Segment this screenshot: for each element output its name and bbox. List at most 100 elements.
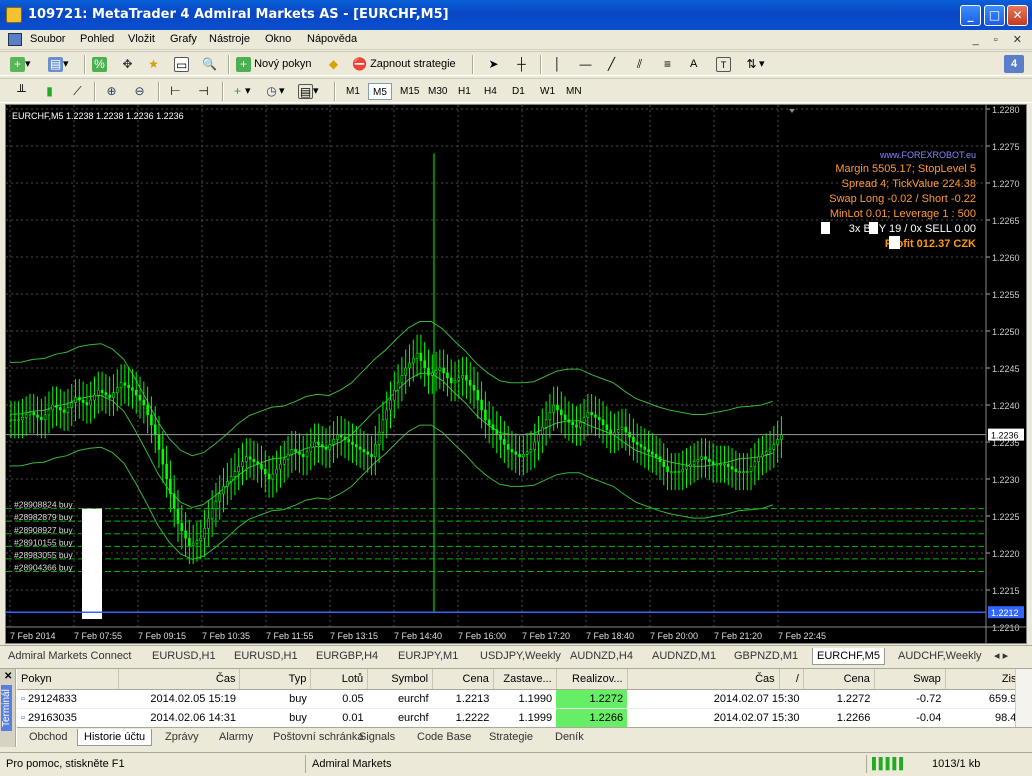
zoom-in-icon[interactable]: ⊕ [104,83,119,100]
tf-m5[interactable]: M5 [368,83,392,100]
menu-grafy[interactable]: Grafy [170,33,197,45]
column-header-10[interactable]: Cena [803,669,875,690]
tf-m1[interactable]: M1 [342,83,364,100]
text-tool-icon[interactable]: A [690,56,697,73]
table-cell: eurchf [367,708,433,728]
tester-icon[interactable]: 🔍 [202,56,217,73]
new-order-button[interactable]: + Nový pokyn [236,56,312,73]
column-header-9[interactable]: / [779,669,804,690]
candle [138,394,142,401]
candle-chart-icon[interactable]: ▮ [42,83,57,100]
menu-soubor[interactable]: Soubor [30,33,65,45]
column-header-5[interactable]: Cena [432,669,494,690]
new-chart-icon[interactable]: + ▾ [10,56,31,73]
arrows-icon[interactable]: ⇅ ▾ [744,56,764,73]
menu-vlozit[interactable]: Vložit [128,33,155,45]
tf-m30[interactable]: M30 [424,83,451,100]
tf-m15[interactable]: M15 [396,83,423,100]
profiles-icon[interactable]: ▤ ▾ [48,56,69,73]
title-bar[interactable]: 109721: MetaTrader 4 Admiral Markets AS … [0,0,1032,30]
column-header-11[interactable]: Swap [874,669,946,690]
bar-chart-icon[interactable]: ╨ [14,83,29,100]
equidistant-channel-icon[interactable]: ⫽ [632,56,647,73]
chart-tab-audnzd-m1[interactable]: AUDNZD,M1 [648,648,720,665]
autoscroll-icon[interactable]: ⊢ [168,83,183,100]
mdi-controls[interactable]: _ ▫ ✕ [973,33,1028,46]
terminal-tab-5[interactable]: Signals [353,729,401,746]
fibonacci-icon[interactable]: ≡ [660,56,675,73]
table-row[interactable]: ▫ 29163035 2014.02.06 14:31 buy 0.01 eurchf 1… [17,708,1027,728]
close-button[interactable]: ✕ [1007,5,1028,26]
chart-shift-icon[interactable]: ⊣ [196,83,211,100]
tf-w1[interactable]: W1 [536,83,559,100]
menu-napoveda[interactable]: Nápověda [307,33,357,45]
close-terminal-icon[interactable]: ✕ [4,671,12,682]
periods-icon[interactable]: ◷ ▾ [264,83,284,100]
chart-tab-audnzd-h4[interactable]: AUDNZD,H4 [566,648,637,665]
chart-tab-audchf-weekly[interactable]: AUDCHF,Weekly [894,648,986,665]
column-header-4[interactable]: Symbol [367,669,434,690]
candle [47,409,51,416]
trendline-icon[interactable]: ╱ [604,56,619,73]
cursor-icon[interactable]: ➤ [486,56,501,73]
chart-tab-admiral-markets-connect[interactable]: Admiral Markets Connect [4,648,136,665]
tf-h4[interactable]: H4 [480,83,501,100]
zoom-out-icon[interactable]: ⊖ [132,83,147,100]
chart-tab-eurusd-h1[interactable]: EURUSD,H1 [148,648,220,665]
candle [430,372,434,376]
templates-icon[interactable]: ▤ ▾ [298,83,319,100]
market-watch-icon[interactable]: % [92,56,107,73]
candle [510,449,514,453]
terminal-tab-8[interactable]: Deník [549,729,590,746]
column-header-3[interactable]: Lotů [310,669,369,690]
terminal-tab-1[interactable]: Historie účtu [77,729,153,746]
indicators-icon[interactable]: + ▾ [230,83,251,100]
candle [81,399,85,403]
chart-tab-gbpnzd-m1[interactable]: GBPNZD,M1 [730,648,802,665]
column-header-6[interactable]: Zastave... [493,669,557,690]
crosshair-icon[interactable]: ┼ [514,56,529,73]
auto-trading-button[interactable]: ⛔ Zapnout strategie [352,56,456,73]
candle [411,357,415,364]
terminal-tab-6[interactable]: Code Base [411,729,477,746]
navigator-icon[interactable]: ✥ [120,56,135,73]
terminal-tab-0[interactable]: Obchod [23,729,74,746]
terminal-tab-7[interactable]: Strategie [483,729,539,746]
chart-tab-eurchf-m5[interactable]: EURCHF,M5 [812,648,885,665]
terminal-tab-2[interactable]: Zprávy [159,729,205,746]
metaeditor-icon[interactable]: ◆ [326,56,341,73]
horizontal-line-icon[interactable]: — [578,56,593,73]
menu-nastroje[interactable]: Nástroje [209,33,250,45]
chart-tab-eurjpy-m1[interactable]: EURJPY,M1 [394,648,462,665]
column-header-0[interactable]: Pokyn [17,669,119,690]
menu-okno[interactable]: Okno [265,33,291,45]
tf-mn[interactable]: MN [562,83,586,100]
column-header-1[interactable]: Čas [118,669,241,690]
maximize-button[interactable]: □ [984,5,1005,26]
candle [749,466,753,472]
menu-pohled[interactable]: Pohled [80,33,114,45]
vertical-line-icon[interactable]: │ [550,56,565,73]
chart-tab-eurusd-h1[interactable]: EURUSD,H1 [230,648,302,665]
vertical-scrollbar[interactable] [1015,669,1032,727]
column-header-8[interactable]: Čas [627,669,780,690]
text-label-icon[interactable]: T [716,56,731,73]
column-header-2[interactable]: Typ [239,669,312,690]
favorites-icon[interactable]: ★ [146,56,161,73]
price-chart[interactable]: 1.2280 1.2275 1.2270 1.2265 1.2260 1.2255 1.22… [5,104,1027,644]
chart-tab-eurgbp-h4[interactable]: EURGBP,H4 [312,648,382,665]
line-chart-icon[interactable]: ⟋ [70,83,85,100]
tab-scroll-icon[interactable]: ◂ ▸ [990,648,1012,665]
table-row[interactable]: ▫ 29124833 2014.02.05 15:19 buy 0.05 eurchf 1… [17,689,1027,709]
chart-canvas[interactable]: 1.2280 1.2275 1.2270 1.2265 1.2260 1.2255 1.22… [6,105,1026,643]
minimize-button[interactable]: _ [960,5,981,26]
column-header-7[interactable]: Realizov... [556,669,628,690]
chart-tab-usdjpy-weekly[interactable]: USDJPY,Weekly [476,648,565,665]
candle [571,421,574,426]
tf-d1[interactable]: D1 [508,83,529,100]
tf-h1[interactable]: H1 [454,83,475,100]
terminal-icon[interactable]: ▭ [174,56,189,73]
badge-icon[interactable]: 4 [1004,55,1024,73]
candle [446,372,449,379]
terminal-tab-3[interactable]: Alarmy [213,729,259,746]
